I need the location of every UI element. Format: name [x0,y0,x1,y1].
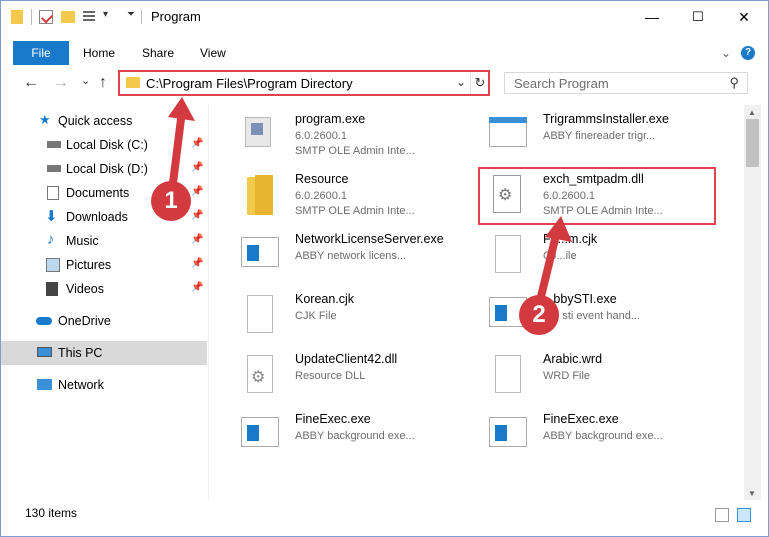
step-badge-2: 2 [519,295,559,335]
explorer-window: ▾ ⏷ Program — ☐ ✕ File Home Share View ⌄… [0,0,769,537]
step-badge-1: 1 [151,181,191,221]
arrow-1-head [168,97,195,121]
annotation-arrows [167,97,572,317]
arrow-2-head [545,216,572,242]
